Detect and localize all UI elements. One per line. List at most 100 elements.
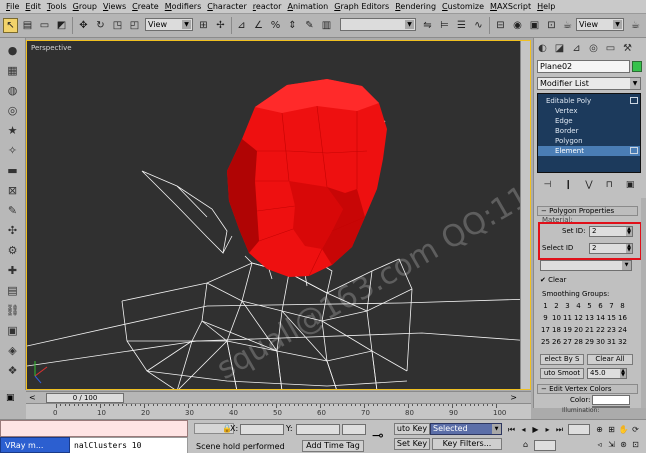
stack-item-element[interactable]: Element	[538, 146, 640, 156]
named-selection-icon[interactable]: ▥	[319, 18, 334, 33]
smoothing-group-button[interactable]: 25	[540, 338, 551, 347]
maximize-viewport-icon[interactable]: ⊡	[630, 439, 641, 450]
smoothing-group-button[interactable]: 20	[573, 326, 584, 335]
select-object-icon[interactable]: ↖	[3, 18, 18, 33]
menu-item-file[interactable]: File	[3, 2, 22, 11]
polygon-properties-rollout[interactable]: − Polygon Properties	[537, 206, 638, 216]
material-editor-icon[interactable]: ◉	[510, 18, 525, 33]
cylinder-icon[interactable]: ◍	[4, 82, 21, 98]
named-selection-dropdown[interactable]: ▼	[340, 18, 416, 31]
stack-item-vertex[interactable]: Vertex	[538, 106, 640, 116]
quick-render-icon[interactable]: ☕	[560, 18, 575, 33]
orbit-icon[interactable]: ⊛	[618, 439, 629, 450]
smoothing-group-button[interactable]: 19	[562, 326, 573, 335]
angle-snap-icon[interactable]: ∠	[251, 18, 266, 33]
smoothing-group-button[interactable]: 24	[617, 326, 628, 335]
next-frame-icon[interactable]: >	[510, 393, 517, 402]
object-name-field[interactable]: Plane02	[537, 60, 630, 73]
pivot-icon[interactable]: ⊞	[196, 18, 211, 33]
menu-item-views[interactable]: Views	[100, 2, 129, 11]
smoothing-group-button[interactable]: 2	[551, 302, 562, 311]
smoothing-group-button[interactable]: 14	[595, 314, 606, 323]
stack-item-editable-poly[interactable]: Editable Poly	[538, 96, 640, 106]
configure-sets-icon[interactable]: ▣	[626, 180, 635, 190]
z-coord-field[interactable]	[342, 424, 366, 435]
set-key-button[interactable]: Set Key	[394, 438, 430, 450]
menu-item-character[interactable]: Character	[204, 2, 250, 11]
track-bar[interactable]: 0 10 20 30 40 50 60 70 80 90 100	[26, 403, 531, 419]
smoothing-group-button[interactable]: 9	[540, 314, 551, 323]
menu-item-help[interactable]: Help	[534, 2, 558, 11]
percent-snap-icon[interactable]: %	[268, 18, 283, 33]
walk-icon[interactable]: ⇲	[606, 439, 617, 450]
maxscript-listener-icon[interactable]: ▣	[6, 393, 15, 403]
smoothing-group-button[interactable]: 4	[573, 302, 584, 311]
window-crossing-icon[interactable]: ◩	[54, 18, 69, 33]
edit-vertex-colors-rollout[interactable]: − Edit Vertex Colors	[537, 384, 638, 394]
menu-item-customize[interactable]: Customize	[439, 2, 487, 11]
mirror-icon[interactable]: ⇋	[420, 18, 435, 33]
object-color-swatch[interactable]	[632, 61, 642, 72]
select-manipulate-icon[interactable]: ✢	[213, 18, 228, 33]
display-icon[interactable]: ▣	[4, 322, 21, 338]
render-type-dropdown[interactable]: View ▼	[576, 18, 624, 31]
menu-item-rendering[interactable]: Rendering	[392, 2, 439, 11]
menu-item-edit[interactable]: Edit	[22, 2, 44, 11]
modifier-list-dropdown[interactable]: Modifier List ▼	[537, 77, 641, 90]
torus-icon[interactable]: ◎	[4, 102, 21, 118]
schematic-view-icon[interactable]: ⊟	[493, 18, 508, 33]
modifier-stack[interactable]: Editable Poly Vertex Edge Border Polygon Elem…	[537, 93, 641, 173]
menu-item-group[interactable]: Group	[70, 2, 100, 11]
smoothing-group-button[interactable]: 23	[606, 326, 617, 335]
y-coord-field[interactable]	[296, 424, 340, 435]
pen-icon[interactable]: ✎	[4, 202, 21, 218]
smoothing-group-button[interactable]: 13	[584, 314, 595, 323]
go-to-end-icon[interactable]: ⏭	[554, 424, 565, 435]
smoothing-group-button[interactable]: 12	[573, 314, 584, 323]
utilities-tab-icon[interactable]: ⚒	[621, 42, 634, 55]
link-icon[interactable]: ⛓	[4, 302, 21, 318]
smoothing-group-button[interactable]: 30	[595, 338, 606, 347]
helper-icon[interactable]: ⊠	[4, 182, 21, 198]
smoothing-group-button[interactable]: 28	[573, 338, 584, 347]
go-to-start-icon[interactable]: ⏮	[506, 424, 517, 435]
layer-manager-icon[interactable]: ☰	[454, 18, 469, 33]
motion-tab-icon[interactable]: ◎	[587, 42, 600, 55]
auto-smooth-button[interactable]: uto Smoot	[540, 368, 584, 379]
show-end-result-icon[interactable]: ❙	[565, 180, 573, 190]
smoothing-group-button[interactable]: 5	[584, 302, 595, 311]
sphere-icon[interactable]: ●	[4, 42, 21, 58]
auto-smooth-spinner[interactable]: 45.0 ▲ ▼	[587, 368, 627, 379]
clear-all-button[interactable]: Clear All	[587, 354, 633, 365]
stack-item-polygon[interactable]: Polygon	[538, 136, 640, 146]
frame-number-field[interactable]	[534, 440, 556, 451]
material-name-dropdown[interactable]: ▼	[540, 260, 632, 271]
edit-named-selection-icon[interactable]: ✎	[302, 18, 317, 33]
viewport-label[interactable]: Perspective	[31, 44, 72, 52]
make-unique-icon[interactable]: ⋁	[585, 180, 592, 190]
reference-coord-dropdown[interactable]: View ▼	[145, 18, 193, 31]
arc-rotate-icon[interactable]: ⟳	[630, 424, 641, 435]
clear-checkbox-row[interactable]: ✔ Clear	[540, 276, 566, 284]
time-slider-thumb[interactable]: 0 / 100	[46, 393, 124, 403]
prev-key-icon[interactable]: ◂	[518, 424, 529, 435]
bone-icon[interactable]: ✚	[4, 262, 21, 278]
time-slider[interactable]: < 0 / 100 >	[26, 391, 531, 403]
prev-frame-icon[interactable]: <	[29, 393, 36, 402]
align-icon[interactable]: ⊨	[437, 18, 452, 33]
taskbar-vray-button[interactable]: VRay m...	[0, 437, 70, 453]
render-setup-icon[interactable]: ▣	[527, 18, 542, 33]
stack-item-border[interactable]: Border	[538, 126, 640, 136]
illumination-swatch[interactable]	[592, 406, 630, 408]
camera-icon[interactable]: ▬	[4, 162, 21, 178]
smoothing-group-button[interactable]: 26	[551, 338, 562, 347]
create-tab-icon[interactable]: ◐	[536, 42, 549, 55]
next-key-icon[interactable]: ▸	[542, 424, 553, 435]
key-icon[interactable]: ⊸	[372, 428, 384, 444]
select-by-sg-button[interactable]: elect By S	[540, 354, 584, 365]
current-frame-field[interactable]	[568, 424, 590, 435]
menu-item-animation[interactable]: Animation	[284, 2, 331, 11]
smoothing-group-button[interactable]: 7	[606, 302, 617, 311]
smoothing-group-button[interactable]: 3	[562, 302, 573, 311]
wrench-icon[interactable]: ✣	[4, 222, 21, 238]
